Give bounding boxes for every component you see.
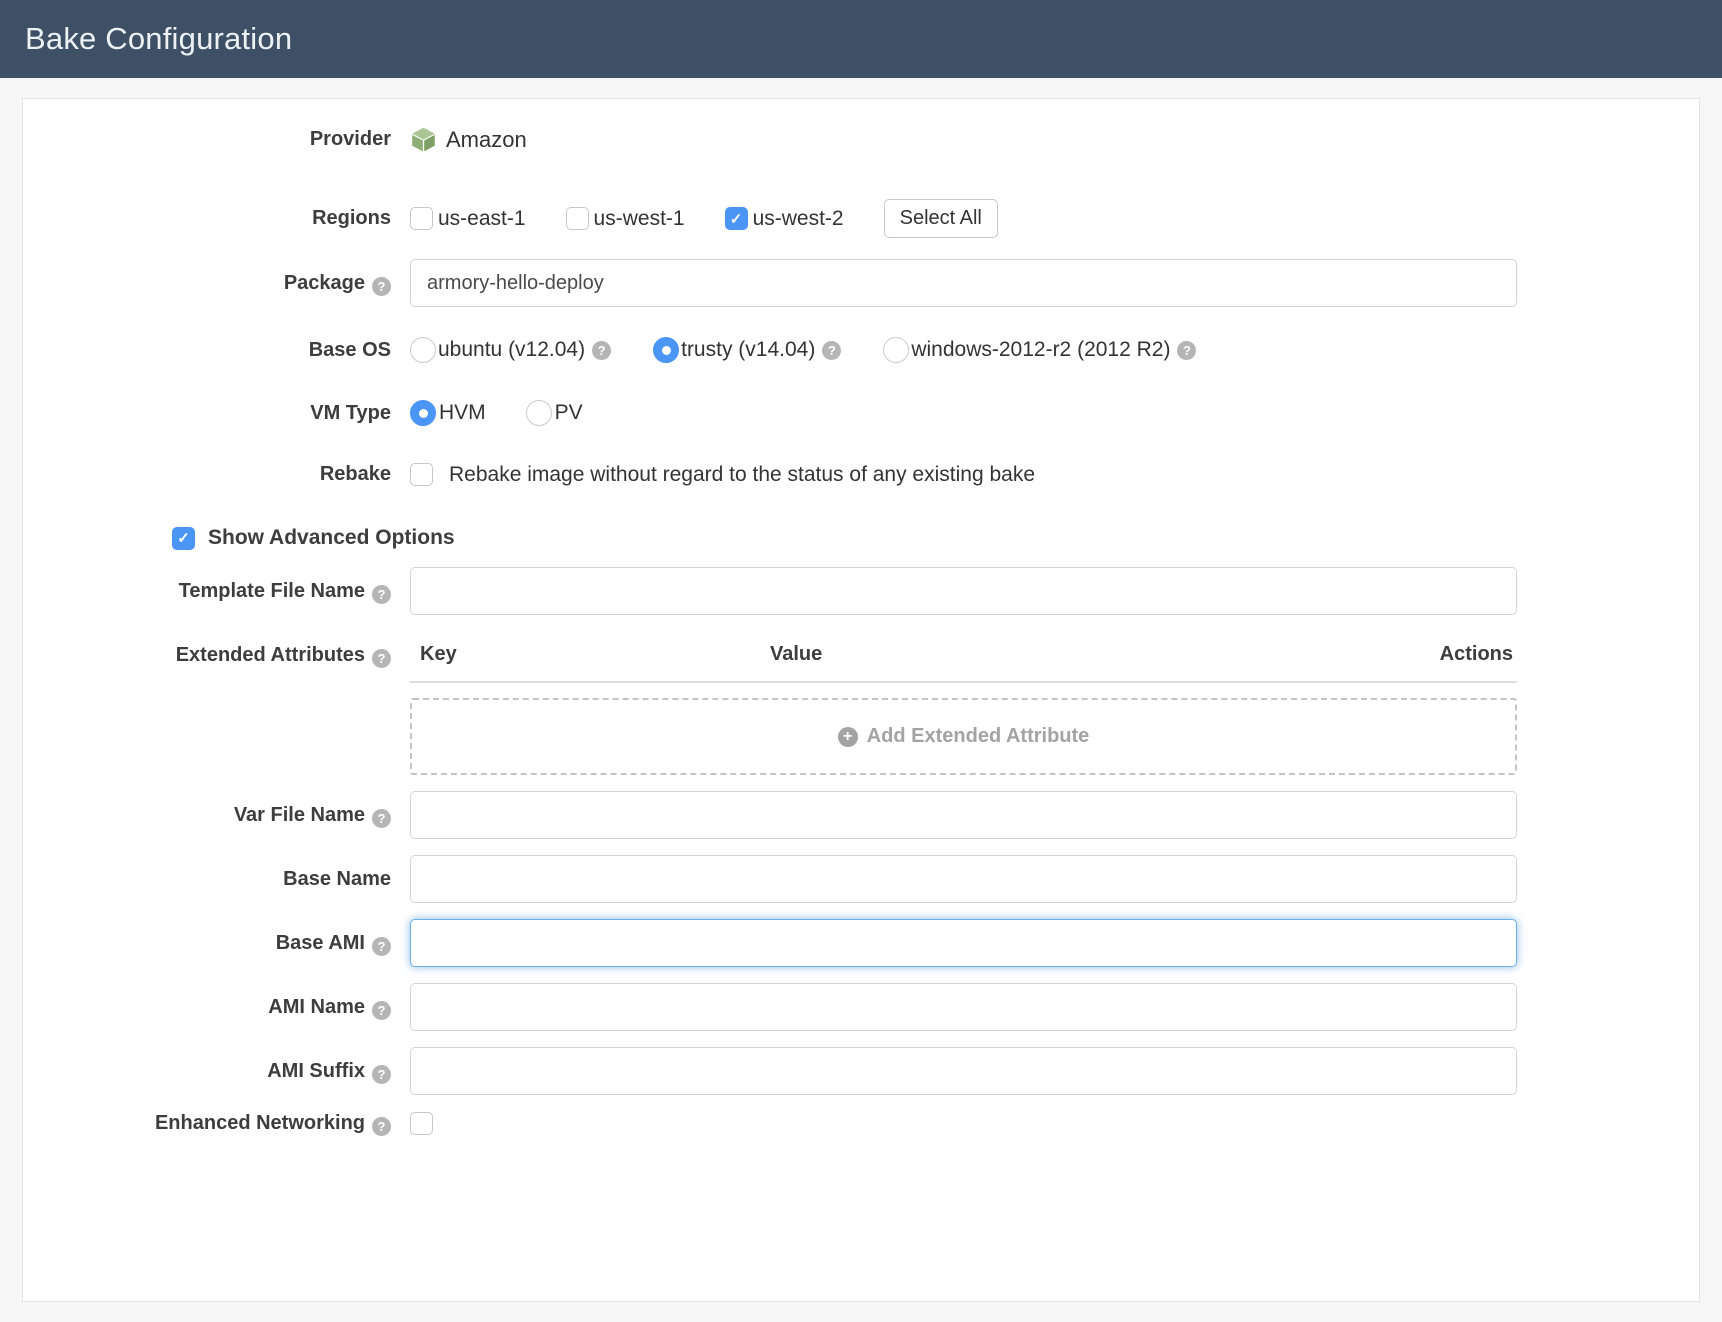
enhanced-networking-row: Enhanced Networking? [23,1111,1699,1136]
extended-attributes-row: Extended Attributes? Key Value Actions +… [23,643,1699,775]
radio-selected-icon[interactable] [653,337,679,363]
vm-type-row: VM Type HVM PV [23,400,1699,426]
region-checkbox-us-east-1[interactable]: us-east-1 [410,207,526,231]
var-file-name-input[interactable] [410,791,1517,839]
package-input[interactable] [410,259,1517,307]
checkbox-icon[interactable] [566,207,589,230]
regions-row: Regions us-east-1 us-west-1 ✓ us-west-2 … [23,199,1699,238]
ami-name-row: AMI Name? [23,983,1699,1031]
template-file-name-label: Template File Name [179,580,365,602]
base-ami-row: Base AMI? [23,919,1699,967]
vm-type-radio-pv[interactable]: PV [526,400,583,426]
base-ami-input[interactable] [410,919,1517,967]
ami-suffix-label: AMI Suffix [267,1060,365,1082]
help-icon[interactable]: ? [1177,341,1196,360]
enhanced-networking-checkbox[interactable] [410,1112,433,1135]
amazon-provider-icon [410,126,437,153]
template-file-name-input[interactable] [410,567,1517,615]
help-icon[interactable]: ? [372,1117,391,1136]
modal-header: Bake Configuration [0,0,1722,78]
radio-icon[interactable] [883,337,909,363]
page-title: Bake Configuration [25,21,292,57]
vm-type-radio-hvm[interactable]: HVM [410,400,486,426]
rebake-row: Rebake Rebake image without regard to th… [23,462,1699,487]
var-file-name-row: Var File Name? [23,791,1699,839]
plus-circle-icon: + [838,727,858,747]
var-file-name-label: Var File Name [234,804,365,826]
base-name-row: Base Name [23,855,1699,903]
help-icon[interactable]: ? [372,1065,391,1084]
help-icon[interactable]: ? [372,585,391,604]
checkbox-icon[interactable] [410,463,433,486]
checkbox-checked-icon[interactable]: ✓ [172,527,195,550]
ami-name-label: AMI Name [268,996,365,1018]
regions-label: Regions [23,206,410,231]
provider-label: Provider [23,127,410,152]
checkbox-checked-icon[interactable]: ✓ [725,207,748,230]
column-header-key: Key [420,643,770,666]
template-file-name-row: Template File Name? [23,567,1699,615]
base-os-radio-trusty[interactable]: trusty (v14.04) ? [653,337,841,363]
base-ami-label: Base AMI [276,932,365,954]
vm-type-label: VM Type [23,401,410,426]
package-label: Package [284,272,365,294]
add-extended-attribute-button[interactable]: + Add Extended Attribute [410,698,1517,775]
show-advanced-options-label: Show Advanced Options [208,526,455,550]
radio-icon[interactable] [410,337,436,363]
radio-selected-icon[interactable] [410,400,436,426]
rebake-label: Rebake [23,462,410,487]
column-header-value: Value [770,643,1440,666]
base-os-row: Base OS ubuntu (v12.04) ? trusty (v14.04… [23,337,1699,363]
checkbox-icon[interactable] [410,207,433,230]
radio-icon[interactable] [526,400,552,426]
help-icon[interactable]: ? [822,341,841,360]
select-all-button[interactable]: Select All [884,199,998,238]
ami-suffix-row: AMI Suffix? [23,1047,1699,1095]
extended-attributes-label: Extended Attributes [176,644,365,666]
column-header-actions: Actions [1440,643,1513,666]
base-os-label: Base OS [23,338,410,363]
enhanced-networking-label: Enhanced Networking [155,1112,365,1134]
provider-value: Amazon [410,126,527,153]
package-row: Package? [23,259,1699,307]
base-os-radio-ubuntu[interactable]: ubuntu (v12.04) ? [410,337,611,363]
region-checkbox-us-west-2[interactable]: ✓ us-west-2 [725,207,844,231]
help-icon[interactable]: ? [372,937,391,956]
help-icon[interactable]: ? [372,809,391,828]
base-name-label: Base Name [283,868,391,890]
show-advanced-options-toggle[interactable]: ✓ Show Advanced Options [172,526,1699,550]
base-os-radio-windows-2012-r2[interactable]: windows-2012-r2 (2012 R2) ? [883,337,1196,363]
help-icon[interactable]: ? [592,341,611,360]
base-name-input[interactable] [410,855,1517,903]
ami-name-input[interactable] [410,983,1517,1031]
provider-row: Provider Amazon [23,126,1699,153]
help-icon[interactable]: ? [372,649,391,668]
bake-configuration-form: Provider Amazon Regions us-east-1 [22,98,1700,1302]
help-icon[interactable]: ? [372,277,391,296]
ami-suffix-input[interactable] [410,1047,1517,1095]
rebake-checkbox[interactable]: Rebake image without regard to the statu… [410,463,1035,487]
extended-attributes-table-header: Key Value Actions [410,643,1517,683]
help-icon[interactable]: ? [372,1001,391,1020]
region-checkbox-us-west-1[interactable]: us-west-1 [566,207,685,231]
